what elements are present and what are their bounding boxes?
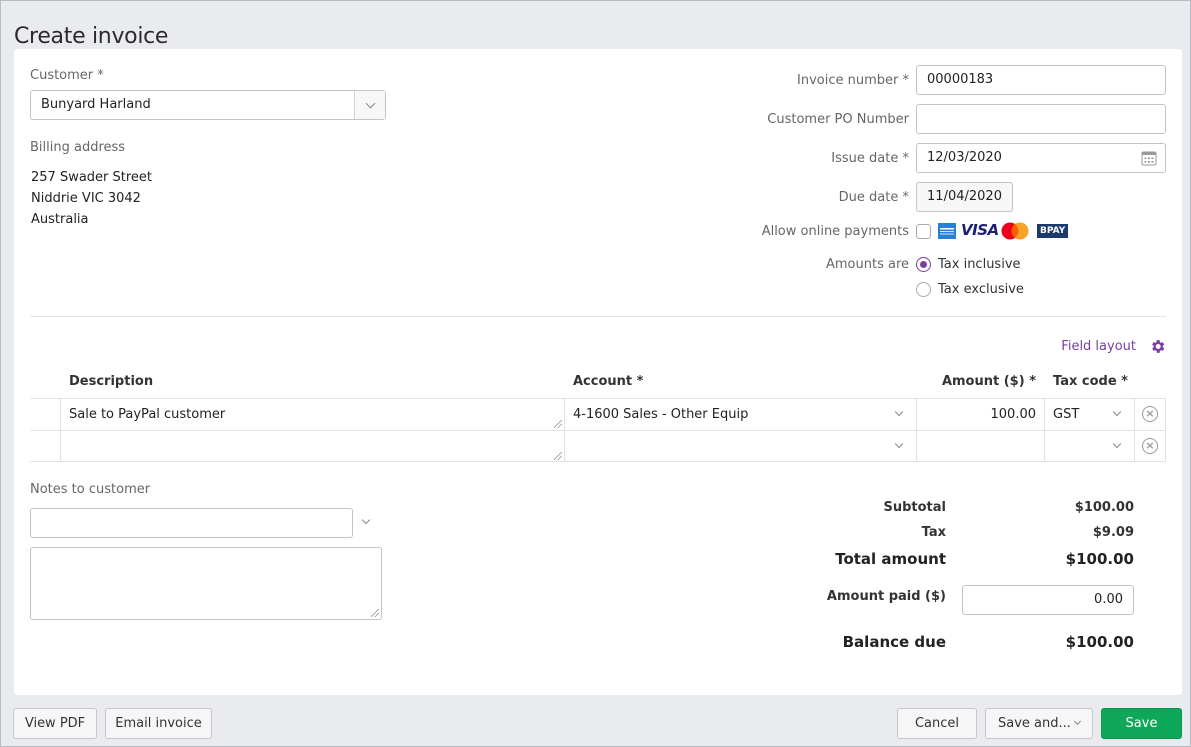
billing-address-label: Billing address — [30, 140, 126, 155]
tax-exclusive-label[interactable]: Tax exclusive — [938, 282, 1024, 297]
column-header-description: Description — [69, 374, 154, 389]
customer-dropdown-button[interactable] — [354, 91, 385, 119]
online-payments-checkbox[interactable] — [916, 224, 931, 239]
account-select[interactable] — [564, 431, 916, 462]
customer-label: Customer * — [30, 68, 104, 83]
visa-logo-icon: VISA — [961, 221, 999, 239]
resize-handle-icon[interactable] — [554, 452, 562, 460]
tax-label: Tax — [921, 525, 946, 540]
column-header-account: Account * — [573, 374, 644, 389]
invoice-form-card: Customer * Bunyard Harland Billing addre… — [14, 49, 1182, 695]
chevron-down-icon — [1112, 439, 1122, 449]
page-title: Create invoice — [14, 23, 169, 49]
save-and-button[interactable]: Save and... — [985, 708, 1093, 739]
tax-value: $9.09 — [1092, 525, 1134, 540]
chevron-down-icon[interactable] — [361, 515, 371, 525]
amex-logo-icon — [938, 223, 956, 239]
resize-handle-icon[interactable] — [371, 609, 379, 617]
resize-handle-icon[interactable] — [554, 420, 562, 428]
billing-address-line: Niddrie VIC 3042 — [31, 191, 141, 206]
tax-code-select[interactable] — [1044, 431, 1134, 462]
balance-due-value: $100.00 — [1065, 633, 1134, 651]
remove-row-button[interactable]: × — [1134, 431, 1166, 462]
due-date-button[interactable]: 11/04/2020 — [916, 182, 1013, 212]
invoice-number-input[interactable]: 00000183 — [916, 65, 1166, 95]
column-header-amount: Amount ($) * — [941, 374, 1036, 389]
gear-icon[interactable] — [1149, 338, 1166, 355]
total-amount-value: $100.00 — [1065, 550, 1134, 568]
table-row: × — [30, 430, 1166, 462]
customer-select-value: Bunyard Harland — [41, 97, 151, 112]
chevron-down-icon — [365, 98, 375, 108]
billing-address-line: Australia — [31, 212, 89, 227]
chevron-down-icon — [1112, 407, 1122, 417]
view-pdf-button[interactable]: View PDF — [13, 708, 97, 739]
description-input[interactable] — [60, 431, 564, 462]
section-divider — [30, 316, 1166, 317]
remove-row-button[interactable]: × — [1134, 399, 1166, 430]
amount-input[interactable] — [916, 431, 1044, 462]
subtotal-value: $100.00 — [1074, 500, 1134, 515]
field-layout-link[interactable]: Field layout — [1061, 339, 1136, 354]
cancel-button[interactable]: Cancel — [897, 708, 977, 739]
customer-po-label: Customer PO Number — [767, 112, 909, 127]
due-date-label: Due date * — [838, 190, 909, 205]
notes-label: Notes to customer — [30, 482, 151, 497]
column-header-tax-code: Tax code * — [1053, 374, 1128, 389]
issue-date-value: 12/03/2020 — [927, 150, 1002, 165]
remove-circle-icon: × — [1142, 406, 1158, 422]
invoice-number-label: Invoice number * — [797, 73, 909, 88]
tax-inclusive-radio[interactable] — [916, 257, 931, 272]
amount-input[interactable]: 100.00 — [916, 399, 1044, 430]
amounts-are-label: Amounts are — [825, 257, 909, 272]
amount-paid-label: Amount paid ($) — [826, 589, 946, 604]
calendar-icon[interactable] — [1141, 150, 1157, 166]
subtotal-label: Subtotal — [883, 500, 946, 515]
notes-textarea[interactable] — [30, 547, 382, 620]
account-select[interactable]: 4-1600 Sales - Other Equip — [564, 399, 916, 430]
amount-paid-input[interactable]: 0.00 — [962, 585, 1134, 615]
email-invoice-button[interactable]: Email invoice — [105, 708, 212, 739]
customer-po-input[interactable] — [916, 104, 1166, 134]
description-input[interactable]: Sale to PayPal customer — [60, 399, 564, 430]
tax-code-select[interactable]: GST — [1044, 399, 1134, 430]
customer-select[interactable]: Bunyard Harland — [30, 90, 386, 120]
notes-template-select[interactable] — [30, 508, 353, 538]
billing-address-line: 257 Swader Street — [31, 170, 153, 185]
bpay-logo-icon: BPAY — [1037, 224, 1069, 238]
tax-exclusive-radio[interactable] — [916, 282, 931, 297]
online-payments-label: Allow online payments — [761, 224, 909, 239]
issue-date-input[interactable]: 12/03/2020 — [916, 143, 1166, 173]
chevron-down-icon — [894, 407, 904, 417]
mastercard-logo-icon — [1001, 222, 1029, 240]
table-row: Sale to PayPal customer 4-1600 Sales - O… — [30, 398, 1166, 430]
issue-date-label: Issue date * — [831, 151, 909, 166]
tax-inclusive-label[interactable]: Tax inclusive — [938, 257, 1021, 272]
chevron-down-icon — [894, 439, 904, 449]
total-amount-label: Total amount — [835, 550, 946, 568]
save-button[interactable]: Save — [1101, 708, 1182, 739]
chevron-down-icon — [1073, 717, 1082, 726]
balance-due-label: Balance due — [842, 633, 946, 651]
remove-circle-icon: × — [1142, 438, 1158, 454]
